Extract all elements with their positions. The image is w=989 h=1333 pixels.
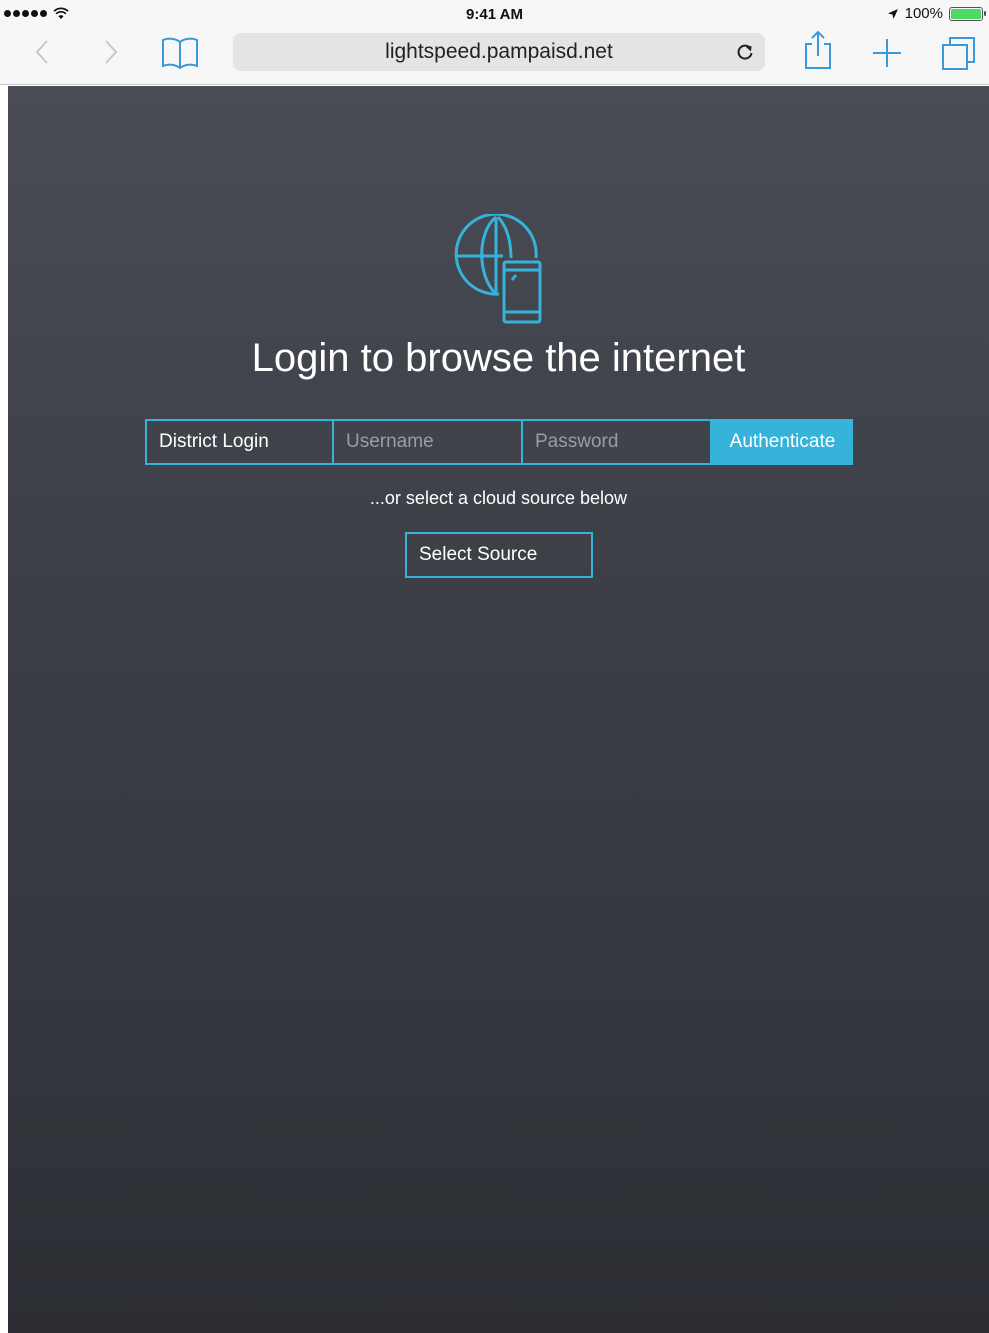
new-tab-button[interactable] (870, 36, 904, 70)
location-arrow-icon (887, 8, 898, 19)
username-field-wrapper (334, 419, 523, 465)
bookmarks-button[interactable] (160, 36, 200, 70)
globe-phone-icon (454, 214, 542, 324)
status-time: 9:41 AM (466, 6, 523, 23)
chevron-left-icon (35, 40, 48, 64)
district-login-selector[interactable]: District Login (145, 419, 334, 465)
forward-button[interactable] (101, 38, 121, 66)
book-icon (162, 37, 198, 70)
password-field-wrapper (523, 419, 712, 465)
tabs-icon (942, 37, 975, 70)
cloud-source-hint: ...or select a cloud source below (369, 488, 628, 508)
left-edge (0, 0, 8, 1333)
authenticate-button[interactable]: Authenticate (712, 419, 853, 465)
battery-fill (951, 8, 981, 19)
back-button[interactable] (32, 38, 52, 66)
browser-toolbar: lightspeed.pampaisd.net (0, 30, 989, 85)
status-bar: 9:41 AM 100% (0, 0, 989, 30)
battery-icon (949, 6, 986, 21)
status-right: 100% (887, 5, 986, 22)
address-bar[interactable]: lightspeed.pampaisd.net (233, 33, 765, 71)
plus-icon (873, 39, 901, 67)
reload-icon[interactable] (735, 42, 755, 62)
login-form: District Login Authenticate (145, 419, 853, 465)
url-text: lightspeed.pampaisd.net (385, 40, 613, 63)
share-icon (805, 30, 831, 69)
password-input[interactable] (535, 431, 698, 453)
select-source-button[interactable]: Select Source (405, 532, 593, 578)
page-title: Login to browse the internet (251, 336, 746, 380)
chevron-right-icon (105, 40, 118, 64)
login-page: Login to browse the internet District Lo… (8, 86, 989, 1333)
share-button[interactable] (802, 30, 834, 72)
username-input[interactable] (346, 431, 509, 453)
battery-percent: 100% (904, 5, 943, 22)
tabs-button[interactable] (940, 34, 978, 72)
